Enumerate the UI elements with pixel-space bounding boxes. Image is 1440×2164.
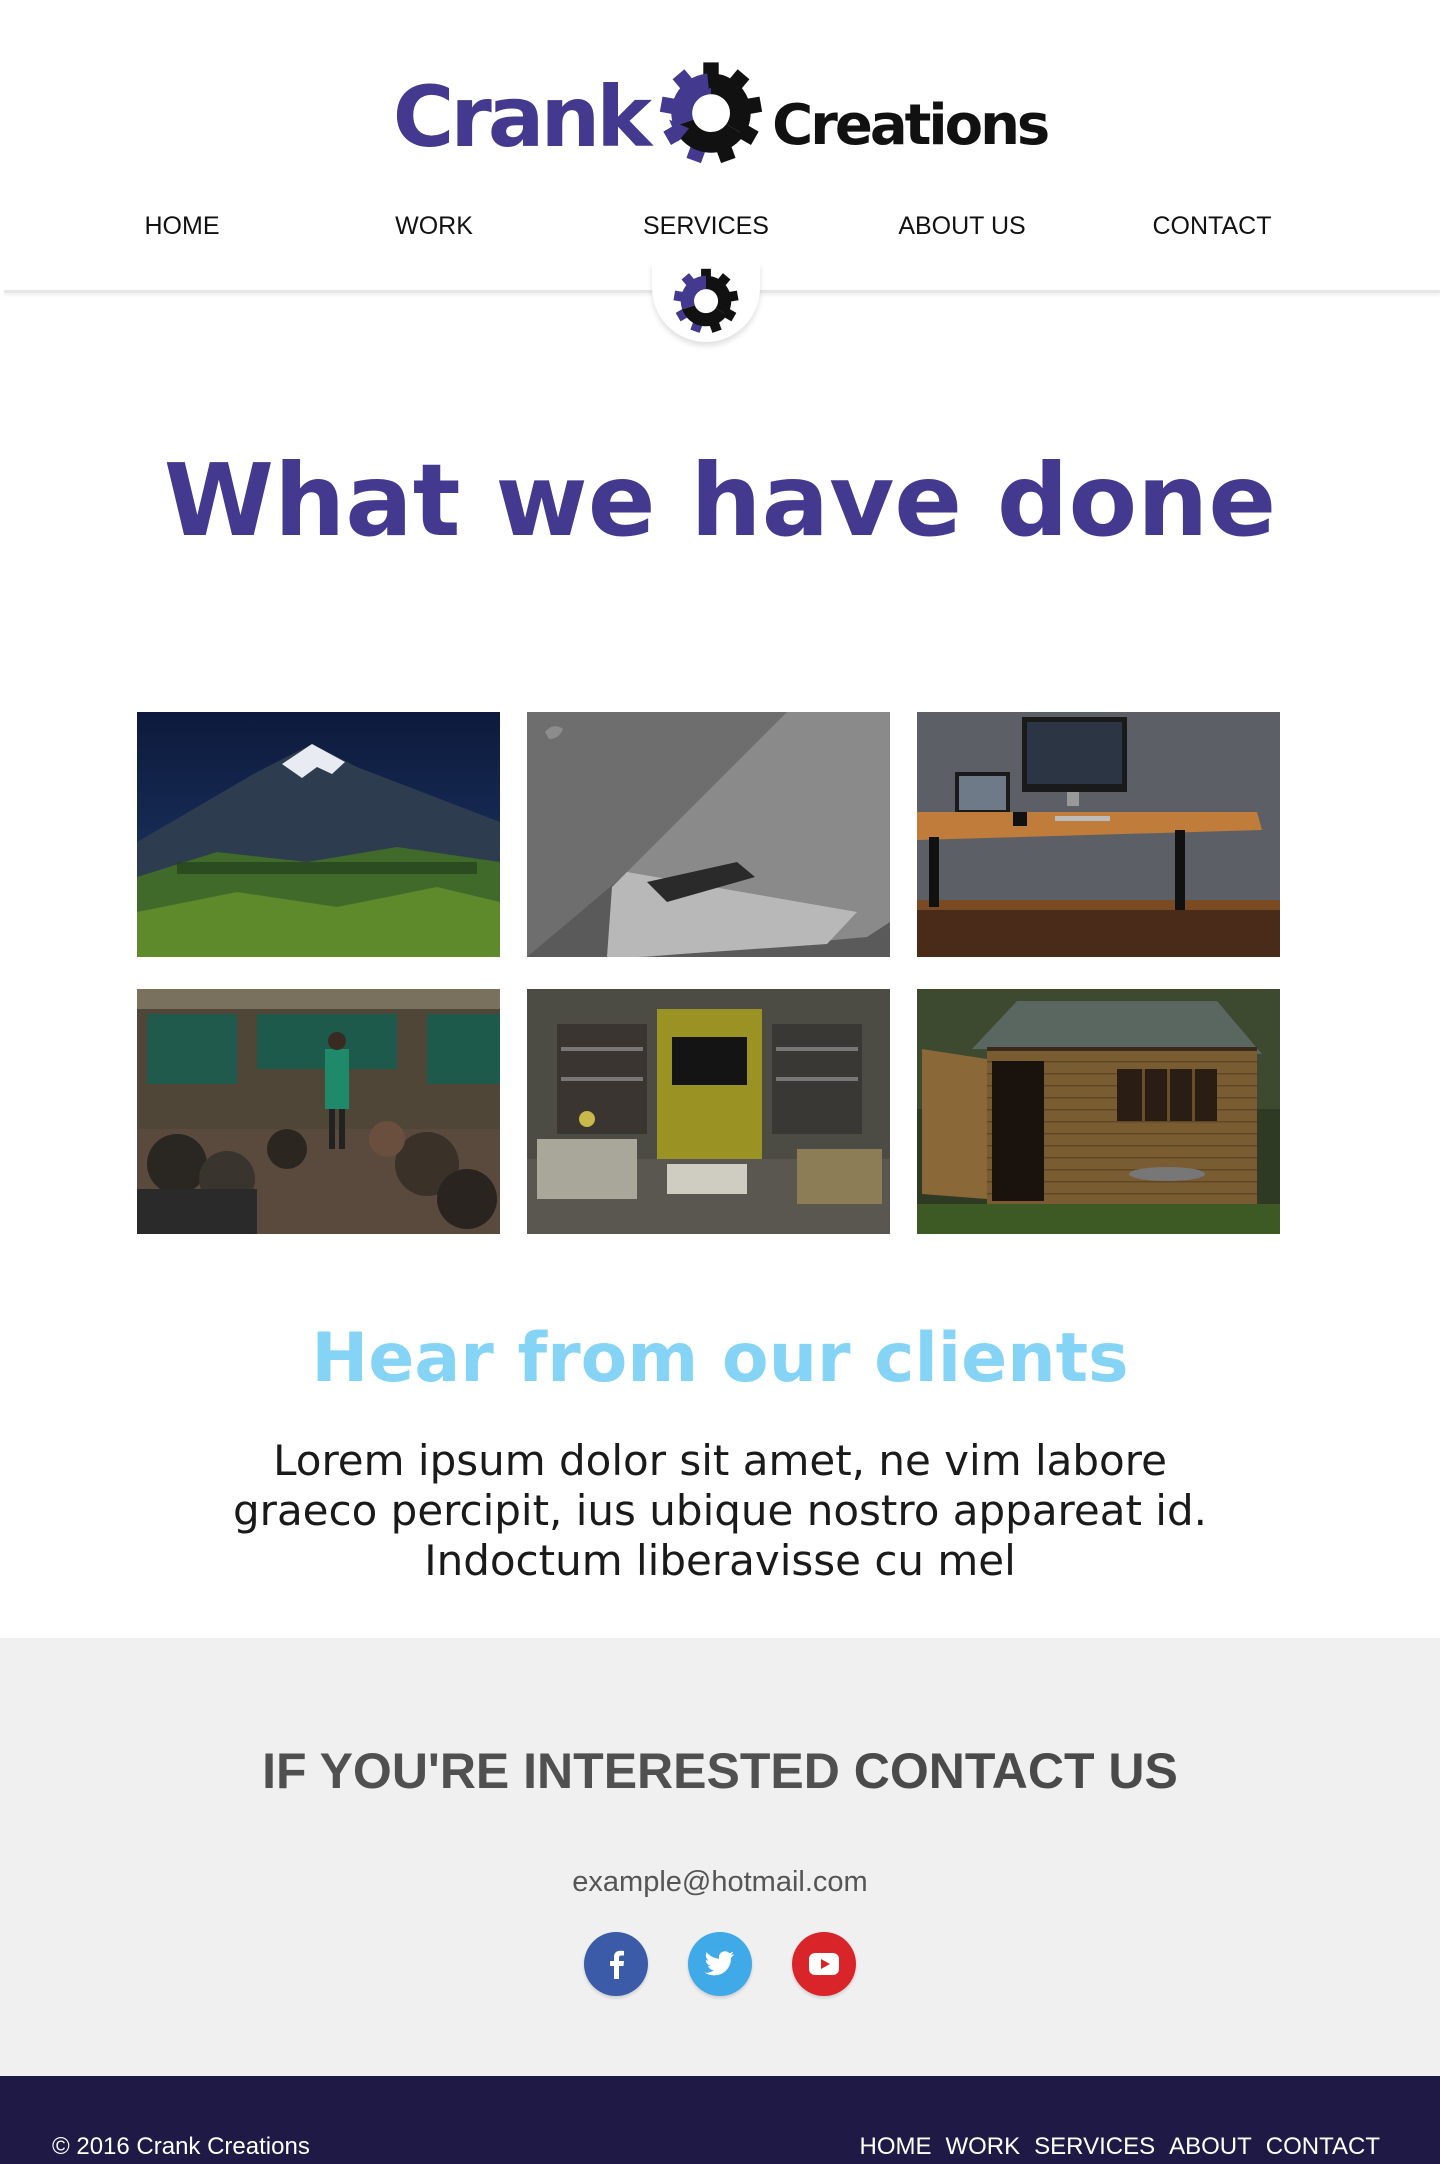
testimonial-text: Lorem ipsum dolor sit amet, ne vim labor… bbox=[233, 1436, 1207, 1585]
laptop-closeup-image[interactable] bbox=[527, 712, 890, 957]
footer-link-work[interactable]: WORK bbox=[945, 2133, 1020, 2161]
copyright-text: © 2016 Crank Creations bbox=[52, 2133, 310, 2160]
nav-work[interactable]: WORK bbox=[395, 212, 473, 241]
contact-heading-bold: CONTACT US bbox=[853, 1743, 1178, 1799]
nav-home[interactable]: HOME bbox=[145, 212, 220, 241]
brand-logo[interactable]: Crank Creations bbox=[0, 58, 1440, 168]
living-room-image[interactable] bbox=[527, 989, 890, 1234]
office-desk-image[interactable] bbox=[917, 712, 1280, 957]
work-title: What we have done bbox=[163, 442, 1277, 559]
mountain-landscape-image-art bbox=[137, 712, 500, 957]
twitter-bird-icon bbox=[705, 1951, 734, 1976]
contact-section: IF YOU'RE INTERESTED CONTACT US example@… bbox=[0, 1638, 1440, 2076]
garden-shed-image-art bbox=[917, 989, 1280, 1234]
nav-gear-badge[interactable] bbox=[652, 262, 760, 342]
office-desk-image-art bbox=[917, 712, 1280, 957]
site-footer: © 2016 Crank Creations HOME WORK SERVICE… bbox=[0, 2076, 1440, 2164]
footer-link-services[interactable]: SERVICES bbox=[1034, 2133, 1155, 2161]
main-nav: HOME WORK SERVICES ABOUT US CONTACT bbox=[0, 212, 1440, 252]
garden-shed-image[interactable] bbox=[917, 989, 1280, 1234]
contact-heading: IF YOU'RE INTERESTED CONTACT US bbox=[0, 1742, 1440, 1800]
contact-heading-light: IF YOU'RE INTERESTED bbox=[262, 1743, 840, 1799]
work-gallery bbox=[137, 712, 1281, 1234]
gear-logo-icon bbox=[659, 62, 763, 164]
nav-contact[interactable]: CONTACT bbox=[1153, 212, 1272, 241]
facebook-glyph-icon bbox=[610, 1950, 624, 1979]
mountain-landscape-image[interactable] bbox=[137, 712, 500, 957]
footer-link-home[interactable]: HOME bbox=[859, 2133, 931, 2161]
social-links bbox=[0, 1932, 1440, 1996]
twitter-icon[interactable] bbox=[688, 1932, 752, 1996]
classroom-image[interactable] bbox=[137, 989, 500, 1234]
footer-nav: HOME WORK SERVICES ABOUT CONTACT bbox=[859, 2133, 1380, 2161]
brand-name-crank: Crank bbox=[392, 68, 652, 166]
nav-services[interactable]: SERVICES bbox=[643, 212, 769, 241]
contact-email-link[interactable]: example@hotmail.com bbox=[0, 1866, 1440, 1899]
laptop-closeup-image-art bbox=[527, 712, 890, 957]
youtube-play-icon bbox=[809, 1953, 839, 1975]
footer-link-about[interactable]: ABOUT bbox=[1169, 2133, 1252, 2161]
footer-link-contact[interactable]: CONTACT bbox=[1266, 2133, 1380, 2161]
living-room-image-art bbox=[527, 989, 890, 1234]
gear-logo-icon bbox=[673, 268, 739, 333]
facebook-icon[interactable] bbox=[584, 1932, 648, 1996]
clients-title: Hear from our clients bbox=[311, 1319, 1129, 1398]
nav-about-us[interactable]: ABOUT US bbox=[898, 212, 1025, 241]
youtube-icon[interactable] bbox=[792, 1932, 856, 1996]
brand-name-creations: Creations bbox=[772, 93, 1050, 158]
classroom-image-art bbox=[137, 989, 500, 1234]
